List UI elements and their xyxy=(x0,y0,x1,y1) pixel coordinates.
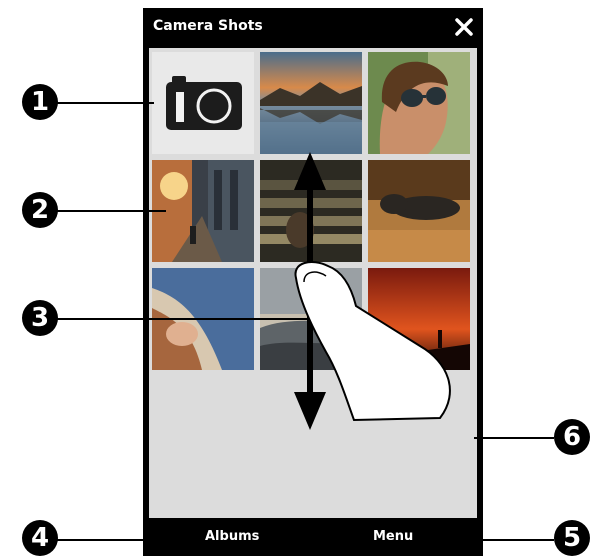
photo-thumbnail-red-sunset[interactable] xyxy=(368,268,470,370)
callout-4: 4 xyxy=(22,520,58,556)
softkey-bar: Albums Menu xyxy=(143,520,483,556)
callout-5: 5 xyxy=(554,520,590,556)
menu-softkey[interactable]: Menu xyxy=(373,529,413,544)
callout-leader-4 xyxy=(56,539,196,541)
camera-icon xyxy=(166,76,242,130)
title-bar: Camera Shots xyxy=(143,8,483,48)
close-icon[interactable] xyxy=(451,14,477,40)
callout-leader-5 xyxy=(420,539,554,541)
camera-launcher-tile[interactable] xyxy=(152,52,254,154)
callout-3: 3 xyxy=(22,300,58,336)
photo-thumbnail-woman-sunglasses[interactable] xyxy=(368,52,470,154)
callout-6: 6 xyxy=(554,419,590,455)
callout-leader-1 xyxy=(56,102,154,104)
callout-leader-2 xyxy=(56,210,166,212)
photo-thumbnail-sleeping-dog[interactable] xyxy=(368,160,470,262)
callout-2: 2 xyxy=(22,192,58,228)
window-title: Camera Shots xyxy=(153,18,263,34)
photo-thumbnail-stairs[interactable] xyxy=(260,160,362,262)
callout-leader-6 xyxy=(474,437,554,439)
thumbnail-grid[interactable] xyxy=(149,48,477,518)
callout-1: 1 xyxy=(22,84,58,120)
albums-softkey[interactable]: Albums xyxy=(205,529,259,544)
photo-thumbnail-lake-sunset[interactable] xyxy=(260,52,362,154)
callout-leader-3 xyxy=(56,318,308,320)
photo-thumbnail-street-sunset[interactable] xyxy=(152,160,254,262)
phone-screen: Camera Shots Albums Menu xyxy=(143,8,483,556)
